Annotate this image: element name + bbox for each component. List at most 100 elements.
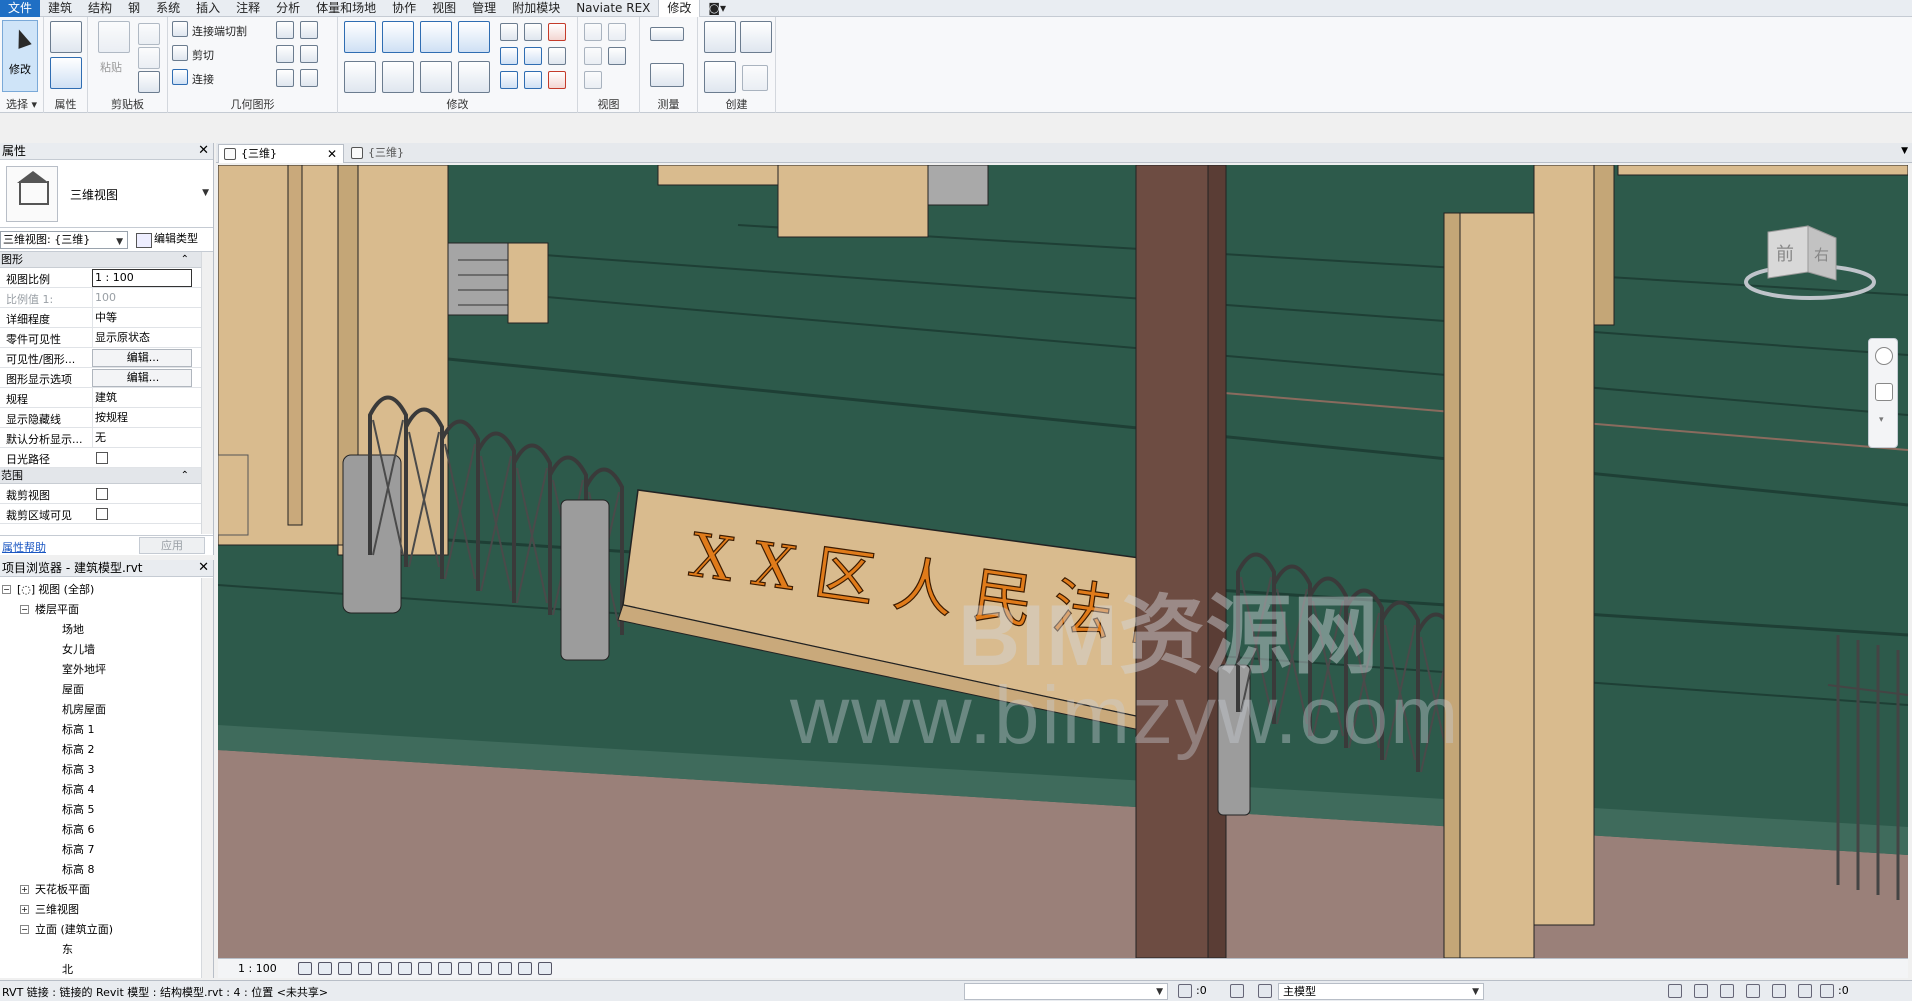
detail-level-icon[interactable] — [298, 962, 312, 975]
tree-elevation-item[interactable]: 北 — [62, 960, 73, 978]
trim-multiple-icon[interactable] — [524, 71, 542, 89]
collapse-icon[interactable]: − — [20, 605, 29, 614]
analysis-display-icon[interactable] — [498, 962, 512, 975]
tab-structure[interactable]: 结构 — [80, 0, 120, 17]
workset-select[interactable]: ▼ — [964, 983, 1168, 1000]
group-extents[interactable]: 范围 ⌃ — [0, 468, 213, 484]
close-icon[interactable]: ✕ — [198, 143, 209, 159]
create-similar-icon[interactable] — [742, 65, 768, 91]
copy-element-icon[interactable] — [382, 61, 414, 93]
edit-type-button[interactable]: 编辑类型 — [134, 231, 198, 249]
tree-views-root[interactable]: − [◌] 视图 (全部) — [2, 580, 94, 600]
measure-icon[interactable] — [650, 27, 684, 41]
properties-scrollbar[interactable] — [201, 252, 213, 534]
tab-file[interactable]: 文件 — [0, 0, 41, 17]
group-graphics[interactable]: 图形 ⌃ — [0, 252, 213, 268]
tree-plan-item[interactable]: 机房屋面 — [62, 700, 106, 720]
temporary-hide-icon[interactable] — [458, 962, 472, 975]
copy-icon[interactable] — [138, 47, 160, 69]
cope-button[interactable]: 连接端切割 — [192, 23, 247, 39]
dimension-icon[interactable] — [650, 63, 684, 87]
tree-elevation-item[interactable]: 东 — [62, 940, 73, 960]
type-selector[interactable]: 三维视图 ▼ — [0, 160, 213, 228]
tab-annotate[interactable]: 注释 — [228, 0, 268, 17]
close-icon[interactable]: ✕ — [327, 145, 337, 163]
tree-plan-item[interactable]: 室外地坪 — [62, 660, 106, 680]
cut-icon[interactable] — [138, 23, 160, 45]
unpin-icon[interactable] — [548, 23, 566, 41]
close-icon[interactable]: ✕ — [198, 560, 209, 576]
steering-wheel-icon[interactable] — [1875, 347, 1893, 365]
collapse-icon[interactable]: ⌃ — [181, 252, 189, 267]
visual-style-icon[interactable] — [318, 962, 332, 975]
properties-icon[interactable] — [50, 21, 82, 53]
paint-icon[interactable] — [276, 45, 294, 63]
tab-steel[interactable]: 钢 — [120, 0, 148, 17]
cope-icon[interactable] — [172, 21, 188, 37]
3d-viewport[interactable]: XX区人民法院 BIM资源网 www.bimzyw.com — [218, 165, 1908, 958]
trim-single-icon[interactable] — [500, 71, 518, 89]
tab-insert[interactable]: 插入 — [188, 0, 228, 17]
apply-button[interactable]: 应用 — [139, 537, 205, 554]
tree-plan-item[interactable]: 标高 3 — [62, 760, 95, 780]
tab-massing-site[interactable]: 体量和场地 — [308, 0, 384, 17]
eraser-icon[interactable] — [584, 71, 602, 89]
match-properties-icon[interactable] — [138, 71, 160, 93]
type-properties-icon[interactable] — [50, 57, 82, 89]
select-underlay-icon[interactable] — [1694, 984, 1708, 998]
discipline-value[interactable]: 建筑 — [92, 388, 192, 408]
properties-help-link[interactable]: 属性帮助 — [2, 539, 46, 555]
tree-3d-views[interactable]: + 三维视图 — [20, 900, 79, 920]
expand-icon[interactable]: + — [20, 885, 29, 894]
split-face-icon[interactable] — [300, 21, 318, 39]
move-icon[interactable] — [344, 61, 376, 93]
select-links-icon[interactable] — [1668, 984, 1682, 998]
delete-icon[interactable] — [548, 71, 566, 89]
beam-column-join-icon[interactable] — [276, 69, 294, 87]
model-icon[interactable] — [1258, 984, 1272, 998]
tree-plan-item[interactable]: 标高 6 — [62, 820, 95, 840]
tree-plan-item[interactable]: 标高 5 — [62, 800, 95, 820]
zoom-region-icon[interactable] — [1875, 383, 1893, 401]
hidden-lines-value[interactable]: 按规程 — [92, 408, 192, 428]
tree-plan-item[interactable]: 标高 4 — [62, 780, 95, 800]
offset-icon[interactable] — [382, 21, 414, 53]
collapse-icon[interactable]: ⌃ — [181, 468, 189, 483]
tree-plan-item[interactable]: 标高 8 — [62, 860, 95, 880]
lock-view-icon[interactable] — [438, 962, 452, 975]
detail-level-value[interactable]: 中等 — [92, 308, 192, 328]
join-button[interactable]: 连接 — [192, 71, 214, 87]
tree-plan-item[interactable]: 标高 7 — [62, 840, 95, 860]
array-icon[interactable] — [500, 47, 518, 65]
design-options-icon[interactable] — [1230, 984, 1244, 998]
drag-elements-icon[interactable] — [1772, 984, 1786, 998]
graphic-display-edit-button[interactable]: 编辑... — [92, 369, 192, 387]
crop-view-icon[interactable] — [398, 962, 412, 975]
tree-plan-item[interactable]: 场地 — [62, 620, 84, 640]
cut-geometry-icon[interactable] — [172, 45, 188, 61]
tab-architecture[interactable]: 建筑 — [40, 0, 80, 17]
pin-icon[interactable] — [548, 47, 566, 65]
select-pinned-icon[interactable] — [1720, 984, 1734, 998]
collapse-icon[interactable]: − — [20, 925, 29, 934]
parts-visibility-value[interactable]: 显示原状态 — [92, 328, 192, 348]
view-scale-field[interactable]: 1 : 100 — [92, 269, 192, 287]
render-icon[interactable] — [378, 962, 392, 975]
tree-plan-item[interactable]: 标高 2 — [62, 740, 95, 760]
viewcube[interactable]: 前 右 — [1740, 222, 1880, 312]
create-group-icon[interactable] — [704, 61, 736, 93]
crop-region-checkbox[interactable] — [96, 508, 108, 520]
browser-scrollbar[interactable] — [201, 578, 213, 978]
mirror-draw-icon[interactable] — [458, 21, 490, 53]
tab-view[interactable]: 视图 — [424, 0, 464, 17]
select-by-face-icon[interactable] — [1746, 984, 1760, 998]
expand-icon[interactable]: + — [20, 905, 29, 914]
design-option-select[interactable]: 主模型 ▼ — [1278, 983, 1484, 1000]
crop-view-checkbox[interactable] — [96, 488, 108, 500]
view-tab-3d[interactable]: {三维} — [346, 144, 456, 163]
tab-naviate-rex[interactable]: Naviate REX — [568, 0, 658, 17]
hammer-icon[interactable] — [300, 69, 318, 87]
crop-region-icon[interactable] — [418, 962, 432, 975]
view-scale-button[interactable]: 1 : 100 — [238, 962, 277, 975]
analysis-display-value[interactable]: 无 — [92, 428, 192, 448]
